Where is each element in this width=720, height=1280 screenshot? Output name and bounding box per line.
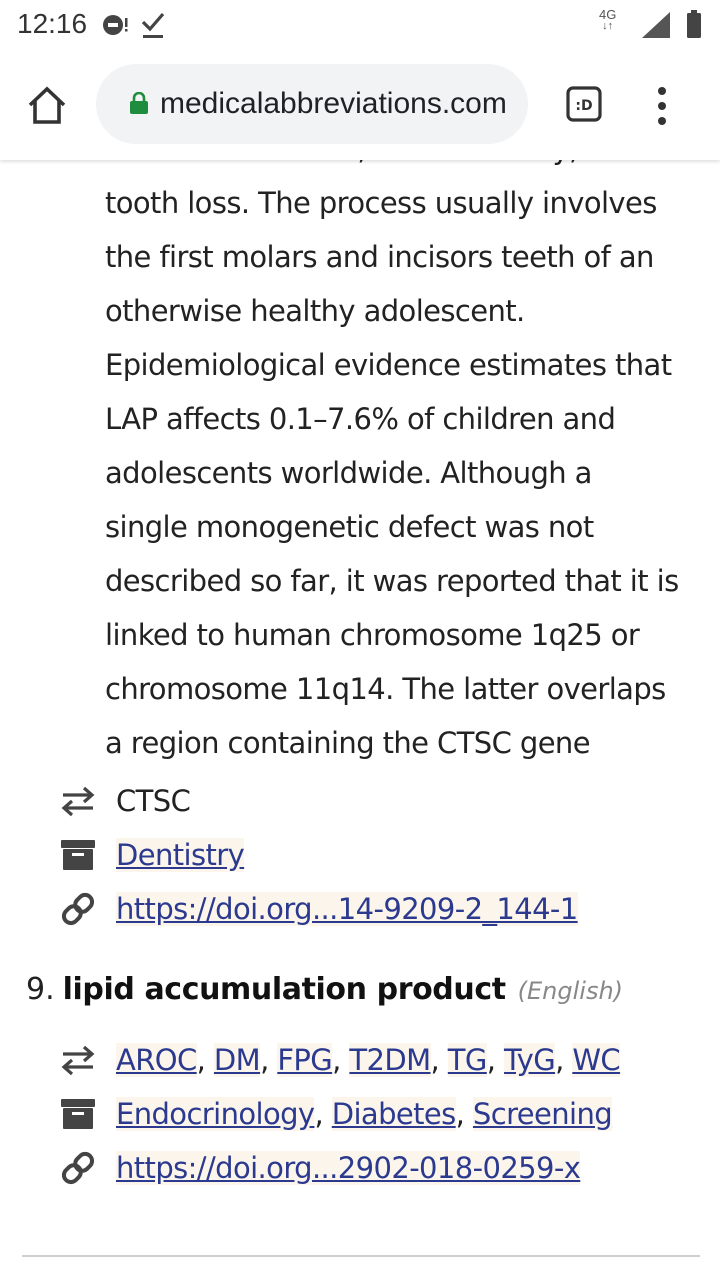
doi-link[interactable]: https://doi.org...14-9209-2_144-1 (116, 892, 578, 926)
related-terms-row: AROC, DM, FPG, T2DM, TG, TyG, WC (60, 1033, 621, 1087)
link-icon (61, 892, 95, 926)
archive-icon (61, 1099, 95, 1129)
related-term: CTSC (116, 784, 191, 818)
status-bar: 12:16 4G ↓↑ (0, 0, 720, 50)
swap-arrows-icon (61, 786, 95, 817)
swap-arrows-icon (61, 1045, 95, 1076)
data-arrows-icon: ↓↑ (602, 20, 614, 32)
status-time: 12:16 (17, 8, 88, 39)
divider (22, 1255, 700, 1257)
entry-description: alveolar bone loss, tooth mobility, and … (105, 160, 705, 770)
description-line: the first molars and incisors teeth of a… (105, 240, 654, 274)
category-link[interactable]: Endocrinology (116, 1097, 315, 1131)
entry-number: 9. (26, 972, 55, 1007)
battery-icon (687, 10, 701, 38)
description-line: single monogenetic defect was not (105, 510, 594, 544)
description-line: described so far, it was reported that i… (105, 564, 679, 598)
category-row: Dentistry (60, 828, 245, 882)
doi-row: https://doi.org...2902-018-0259-x (60, 1141, 581, 1195)
svg-text::D: :D (575, 98, 592, 114)
related-term-link[interactable]: T2DM (349, 1043, 431, 1077)
category-row: Endocrinology, Diabetes, Screening (60, 1087, 613, 1141)
archive-icon (61, 840, 95, 870)
download-done-icon (141, 12, 165, 38)
home-icon[interactable] (26, 84, 68, 126)
more-options-icon[interactable] (652, 86, 672, 126)
tab-switcher-icon[interactable]: :D (566, 86, 602, 122)
network-type: 4G ↓↑ (599, 8, 616, 32)
related-terms-list: AROC, DM, FPG, T2DM, TG, TyG, WC (116, 1043, 621, 1077)
related-term-link[interactable]: FPG (277, 1043, 333, 1077)
description-line: adolescents worldwide. Although a (105, 456, 592, 490)
category-link[interactable]: Diabetes (331, 1097, 456, 1131)
description-line: Epidemiological evidence estimates that (105, 348, 672, 382)
description-line: a region containing the CTSC gene (105, 726, 591, 760)
link-icon (61, 1151, 95, 1185)
description-line: alveolar bone loss, tooth mobility, and (105, 160, 705, 176)
url-text[interactable]: medicalabbreviations.com (160, 84, 520, 124)
lock-icon (130, 92, 148, 114)
category-list: Endocrinology, Diabetes, Screening (116, 1097, 613, 1131)
description-line: otherwise healthy adolescent. (105, 294, 525, 328)
description-line: linked to human chromosome 1q25 or (105, 618, 640, 652)
description-line: tooth loss. The process usually involves (105, 186, 657, 220)
doi-link[interactable]: https://doi.org...2902-018-0259-x (116, 1151, 581, 1185)
entry-term: lipid accumulation product (62, 972, 506, 1007)
related-term-link[interactable]: TG (447, 1043, 487, 1077)
page-content: alveolar bone loss, tooth mobility, and … (0, 160, 720, 1280)
category-link[interactable]: Dentistry (116, 838, 245, 872)
signal-icon (642, 12, 670, 38)
entry-heading: 9. lipid accumulation product (English) (26, 972, 623, 1026)
do-not-disturb-icon (103, 15, 128, 35)
category-link[interactable]: Screening (472, 1097, 613, 1131)
related-term-link[interactable]: DM (213, 1043, 261, 1077)
description-line: chromosome 11q14. The latter overlaps (105, 672, 666, 706)
entry-language: (English) (517, 977, 624, 1005)
related-term-link[interactable]: TyG (504, 1043, 556, 1077)
description-line: LAP affects 0.1–7.6% of children and (105, 402, 616, 436)
related-term-link[interactable]: WC (572, 1043, 621, 1077)
related-term-link[interactable]: AROC (116, 1043, 197, 1077)
related-terms-row: CTSC (60, 774, 191, 828)
doi-row: https://doi.org...14-9209-2_144-1 (60, 882, 578, 936)
browser-toolbar: medicalabbreviations.com :D (0, 50, 720, 160)
address-bar[interactable]: medicalabbreviations.com (96, 64, 528, 144)
